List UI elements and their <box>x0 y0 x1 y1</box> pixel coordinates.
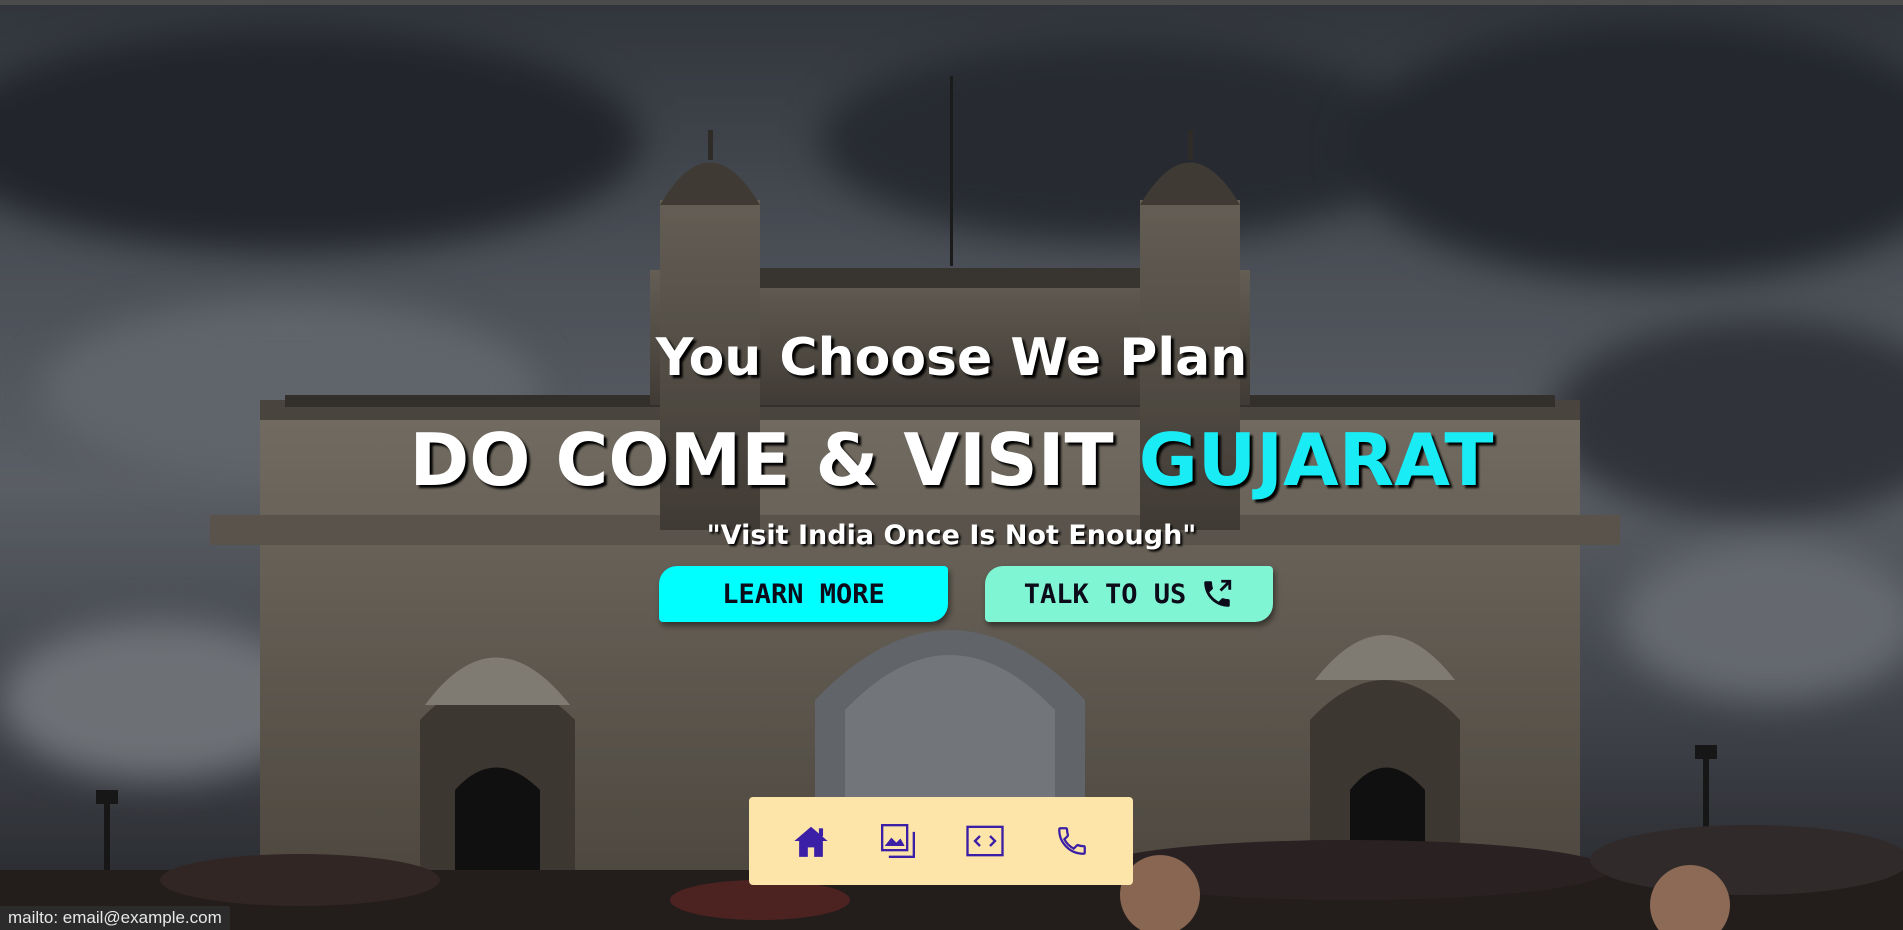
talk-to-us-button[interactable]: TALK TO US <box>985 566 1273 622</box>
hero-tagline: You Choose We Plan <box>655 328 1248 388</box>
gallery-icon[interactable] <box>876 819 920 863</box>
hero-content: You Choose We Plan DO COME & VISIT GUJAR… <box>0 0 1903 930</box>
headline-main-text: DO COME & VISIT <box>409 418 1139 502</box>
link-preview-status: mailto: email@example.com <box>0 906 230 930</box>
headline-accent-text: GUJARAT <box>1138 418 1494 502</box>
code-icon[interactable] <box>963 819 1007 863</box>
hero-headline: DO COME & VISIT GUJARAT <box>0 418 1903 502</box>
learn-more-label: LEARN MORE <box>722 578 885 610</box>
phone-outgoing-icon <box>1200 577 1234 611</box>
hero-quote: "Visit India Once Is Not Enough" <box>706 520 1197 551</box>
talk-to-us-label: TALK TO US <box>1023 578 1187 610</box>
learn-more-button[interactable]: LEARN MORE <box>659 566 948 622</box>
bottom-nav-dock <box>749 797 1133 885</box>
phone-icon[interactable] <box>1050 819 1094 863</box>
home-icon[interactable] <box>789 819 833 863</box>
